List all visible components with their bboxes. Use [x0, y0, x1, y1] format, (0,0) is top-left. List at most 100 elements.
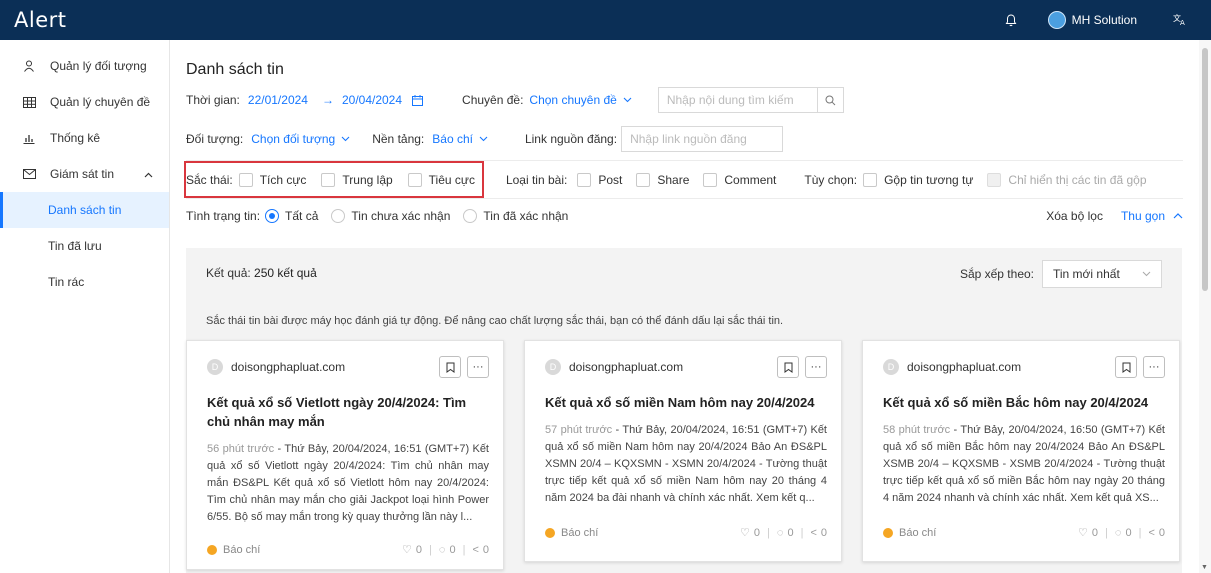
- share-icon: <: [810, 526, 817, 539]
- type-option-label: Comment: [724, 173, 777, 187]
- sort-select[interactable]: Tin mới nhất: [1042, 260, 1162, 288]
- scroll-down-icon[interactable]: ▼: [1201, 564, 1208, 571]
- card-source[interactable]: D doisongphapluat.com: [207, 359, 345, 375]
- news-card[interactable]: D doisongphapluat.com ··· Kết quả xổ số …: [186, 340, 504, 570]
- sidebar-item-label: Thống kê: [50, 131, 101, 145]
- sort-value: Tin mới nhất: [1053, 267, 1120, 281]
- sidebar-item-label: Quản lý chuyên đề: [50, 95, 151, 109]
- card-title[interactable]: Kết quả xổ số miền Nam hôm nay 20/4/2024: [545, 393, 827, 412]
- translate-icon[interactable]: 文A: [1173, 12, 1187, 29]
- card-source[interactable]: D doisongphapluat.com: [883, 359, 1021, 375]
- chevron-up-icon: [144, 167, 153, 181]
- sidebar-item-objects[interactable]: Quản lý đối tượng: [0, 48, 169, 84]
- category-dot: [545, 527, 555, 538]
- link-placeholder: Nhập link nguồn đăng: [630, 132, 747, 146]
- card-stats: ♡ 0 | ◌ 0 | <0: [740, 526, 827, 540]
- card-time: 57 phút trước: [545, 424, 613, 436]
- results-panel: Kết quả: 250 kết quả Sắp xếp theo: Tin m…: [186, 248, 1182, 573]
- svg-text:A: A: [1180, 19, 1185, 26]
- card-stats: ♡ 0 | ◌ 0 | <0: [402, 543, 489, 557]
- bookmark-icon[interactable]: [1115, 356, 1137, 378]
- date-from[interactable]: 22/01/2024: [248, 93, 308, 107]
- card-title[interactable]: Kết quả xổ số miền Bắc hôm nay 20/4/2024: [883, 393, 1165, 412]
- merge-similar-checkbox[interactable]: [863, 173, 878, 187]
- merged-only-checkbox[interactable]: [987, 173, 1002, 187]
- card-time: 58 phút trước: [883, 424, 951, 436]
- share-count: 0: [820, 526, 827, 539]
- comment-count: 0: [449, 543, 456, 556]
- more-icon[interactable]: ···: [467, 356, 489, 378]
- like-icon: ♡: [402, 544, 412, 556]
- card-time: 56 phút trước: [207, 443, 275, 455]
- chevron-down-icon: [479, 136, 488, 142]
- sidebar-subitem-label: Tin rác: [48, 275, 85, 289]
- object-select[interactable]: Chọn đối tượng: [251, 132, 335, 146]
- more-icon[interactable]: ···: [805, 356, 827, 378]
- share-icon: <: [1148, 526, 1155, 539]
- news-card[interactable]: D doisongphapluat.com ··· Kết quả xổ số …: [862, 340, 1180, 562]
- type-share-checkbox[interactable]: [636, 173, 651, 187]
- chevron-down-icon: [623, 97, 632, 103]
- filter-row-object: Đối tượng: Chọn đối tượng Nền tảng: Báo …: [186, 126, 784, 152]
- bookmark-icon[interactable]: [439, 356, 461, 378]
- topic-select[interactable]: Chọn chuyên đề: [529, 93, 616, 107]
- type-option-label: Share: [657, 173, 690, 187]
- calendar-icon[interactable]: [412, 94, 424, 106]
- card-title[interactable]: Kết quả xổ số Vietlott ngày 20/4/2024: T…: [207, 393, 489, 431]
- search-icon[interactable]: [816, 88, 843, 112]
- sort-control: Sắp xếp theo: Tin mới nhất: [960, 260, 1162, 288]
- more-icon[interactable]: ···: [1143, 356, 1165, 378]
- clear-filter-link[interactable]: Xóa bộ lọc: [1046, 209, 1103, 223]
- source-avatar: D: [883, 359, 899, 375]
- card-text: - Thứ Bảy, 20/04/2024, 16:51 (GMT+7) Kết…: [545, 424, 827, 504]
- sidebar-subitem-label: Danh sách tin: [48, 203, 122, 217]
- page-scrollbar[interactable]: ▼: [1199, 40, 1211, 573]
- filter-row-status: Tình trạng tin: Tất cả Tin chưa xác nhận…: [186, 208, 1183, 224]
- status-confirmed-radio[interactable]: [463, 209, 478, 223]
- sidebar-item-topics[interactable]: Quản lý chuyên đề: [0, 84, 169, 120]
- main-content: Danh sách tin Thời gian: 22/01/2024 → 20…: [170, 40, 1199, 573]
- date-to[interactable]: 20/04/2024: [342, 93, 402, 107]
- avatar: [1047, 11, 1066, 29]
- bell-icon[interactable]: [1002, 11, 1020, 29]
- card-source[interactable]: D doisongphapluat.com: [545, 359, 683, 375]
- source-name: doisongphapluat.com: [231, 360, 346, 374]
- status-unconfirmed-radio[interactable]: [331, 209, 346, 223]
- like-icon: ♡: [1078, 527, 1088, 539]
- source-avatar: D: [545, 359, 561, 375]
- sidebar-item-monitor[interactable]: Giám sát tin: [0, 156, 169, 192]
- scrollbar-thumb[interactable]: [1202, 48, 1208, 291]
- top-bar-actions: MH Solution 文A: [1002, 11, 1187, 29]
- search-placeholder: Nhập nội dung tìm kiếm: [666, 93, 794, 107]
- source-name: doisongphapluat.com: [907, 360, 1022, 374]
- time-label: Thời gian:: [186, 93, 240, 107]
- chevron-up-icon[interactable]: [1173, 213, 1183, 219]
- platform-select[interactable]: Báo chí: [432, 132, 473, 146]
- like-icon: ♡: [740, 527, 750, 539]
- filter-row-sentiment: Sắc thái: Tích cực Trung lập Tiêu cực Lo…: [184, 161, 1147, 198]
- card-footer: Báo chí ♡ 0 | ◌ 0 | <0: [207, 543, 489, 556]
- collapse-link[interactable]: Thu gọn: [1121, 209, 1165, 223]
- sidebar-subitem-spam[interactable]: Tin rác: [0, 264, 169, 300]
- share-count: 0: [482, 543, 489, 556]
- type-comment-checkbox[interactable]: [703, 173, 718, 187]
- app-logo[interactable]: Alert: [14, 8, 67, 32]
- user-icon: [22, 60, 36, 72]
- bookmark-icon[interactable]: [777, 356, 799, 378]
- type-option-label: Post: [598, 173, 623, 187]
- sidebar-item-stats[interactable]: Thống kê: [0, 120, 169, 156]
- sidebar-subitem-news-list[interactable]: Danh sách tin: [0, 192, 169, 228]
- chevron-down-icon: [1142, 271, 1151, 277]
- status-label: Tình trạng tin:: [186, 209, 261, 223]
- news-card[interactable]: D doisongphapluat.com ··· Kết quả xổ số …: [524, 340, 842, 562]
- user-menu[interactable]: MH Solution: [1047, 11, 1137, 29]
- date-arrow: →: [321, 93, 334, 107]
- sidebar-item-label: Quản lý đối tượng: [50, 59, 147, 73]
- sidebar-subitem-saved[interactable]: Tin đã lưu: [0, 228, 169, 264]
- status-all-radio[interactable]: [265, 209, 280, 223]
- link-input[interactable]: Nhập link nguồn đăng: [621, 126, 784, 152]
- type-post-checkbox[interactable]: [577, 173, 592, 187]
- comment-icon: ◌: [776, 526, 784, 539]
- search-input[interactable]: Nhập nội dung tìm kiếm: [657, 87, 844, 113]
- results-count-value: 250 kết quả: [254, 266, 317, 280]
